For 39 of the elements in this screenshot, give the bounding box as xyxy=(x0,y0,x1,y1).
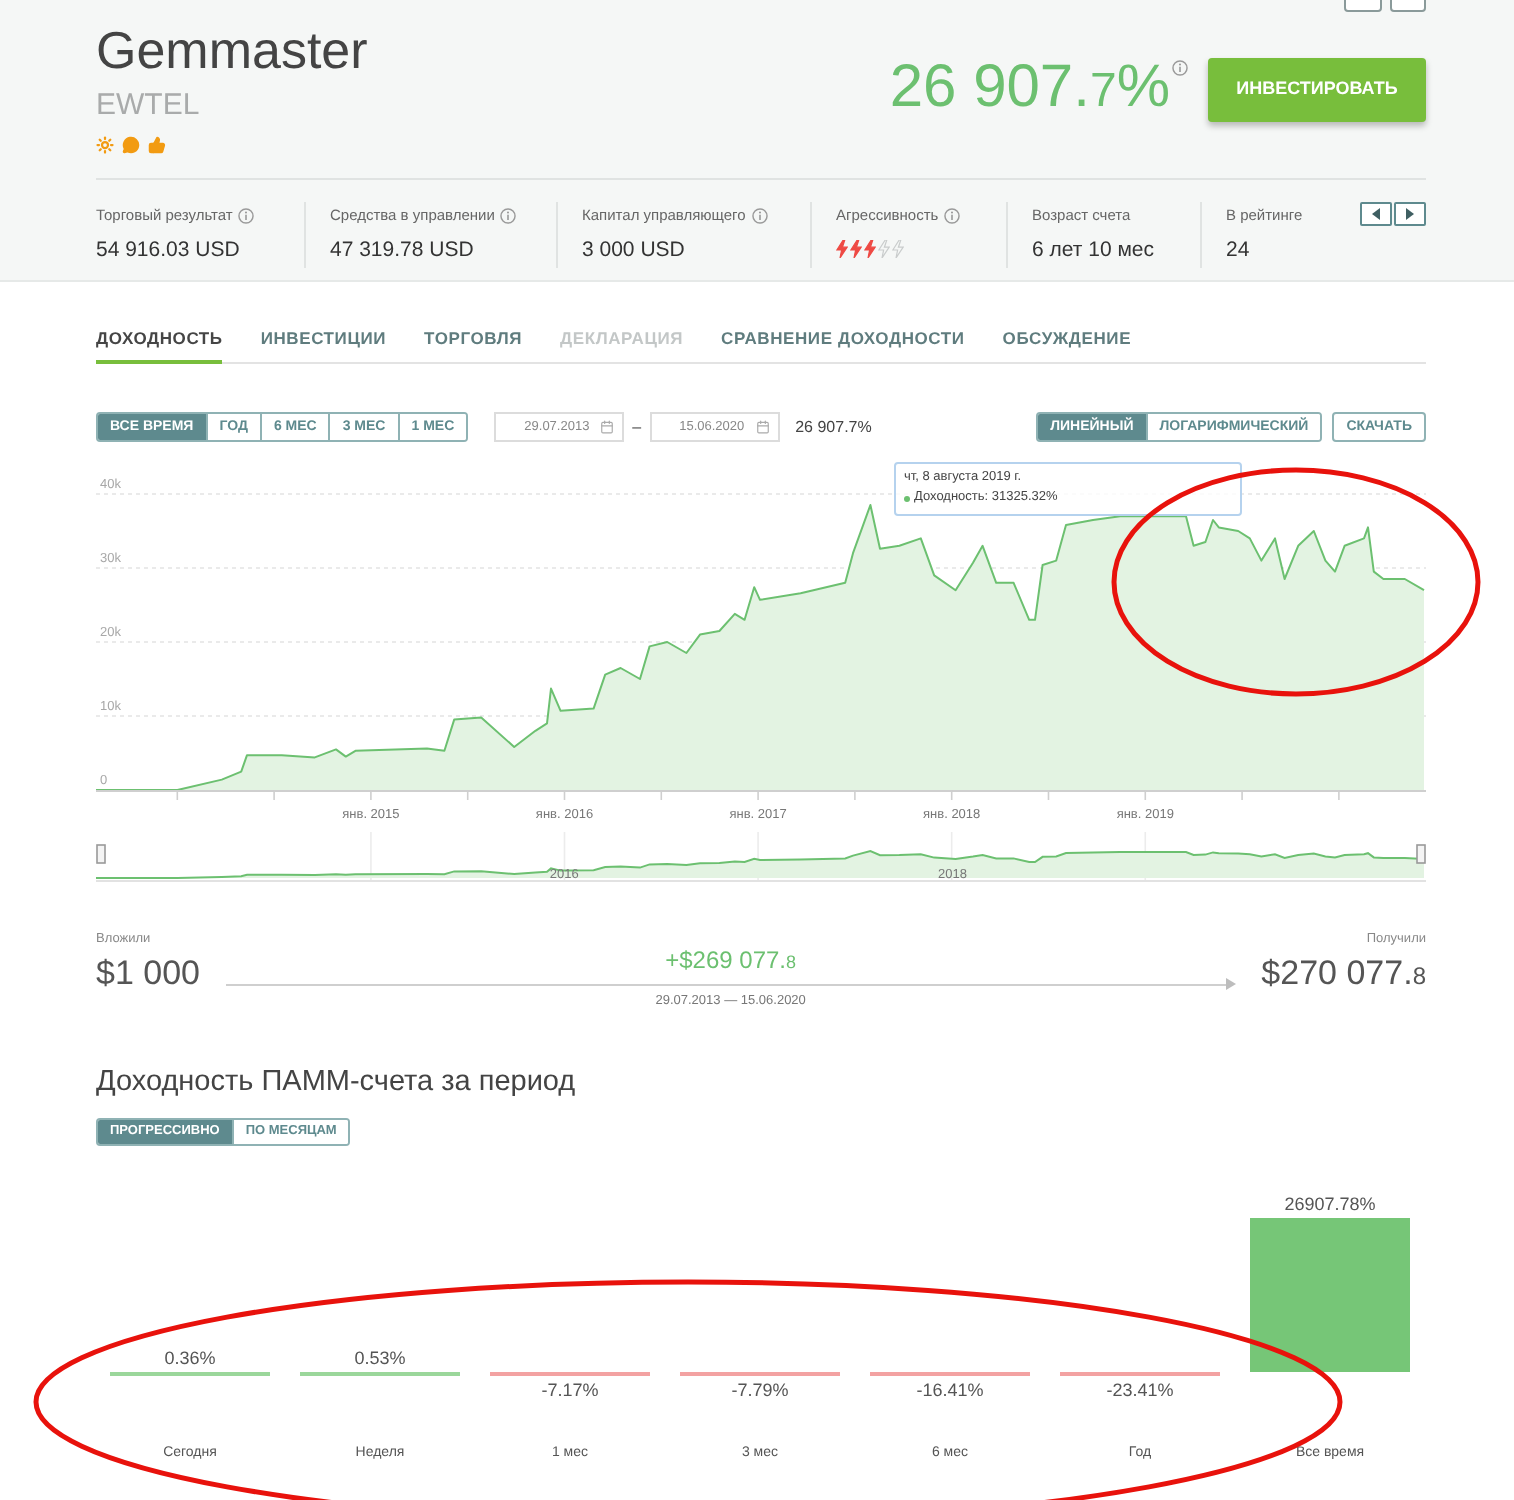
series-dot-icon xyxy=(904,495,910,501)
section-title: Доходность ПАММ-счета за период xyxy=(96,1064,578,1100)
calendar-icon xyxy=(755,420,770,434)
caret-left-icon xyxy=(1372,208,1380,220)
invest-button[interactable]: ИНВЕСТИРОВАТЬ xyxy=(1208,58,1426,122)
thumbs-up-icon xyxy=(148,136,166,154)
stat-value: 24 xyxy=(1226,236,1252,264)
profit-amount: +$269 077.8 xyxy=(665,946,797,976)
tab[interactable]: СРАВНЕНИЕ ДОХОДНОСТИ xyxy=(721,328,965,364)
bar-value-label: -23.41% xyxy=(1106,1380,1174,1400)
trader-name: Gemmaster xyxy=(96,20,368,80)
bar-value-label: -7.17% xyxy=(541,1380,599,1400)
next-button[interactable] xyxy=(1394,202,1426,226)
chat-bubble-icon xyxy=(122,136,140,154)
previous-button[interactable] xyxy=(1360,202,1392,226)
total-return: 26 907.7% xyxy=(889,54,1170,124)
invested-amount: $1 000 xyxy=(96,954,200,994)
bar-value-label: 0.36% xyxy=(164,1348,216,1368)
date-separator: – xyxy=(632,415,642,439)
bar-value-label: -7.79% xyxy=(731,1380,789,1400)
stat-value: 54 916.03 USD xyxy=(96,236,242,264)
range-handle[interactable] xyxy=(96,844,106,864)
calendar-icon xyxy=(600,420,615,434)
bar-value-label: 0.53% xyxy=(354,1348,406,1368)
caret-right-icon xyxy=(1406,208,1414,220)
received-amount: $270 077.8 xyxy=(1261,954,1426,996)
account-name: EWTEL xyxy=(96,88,200,124)
bar-value-label: -16.41% xyxy=(916,1380,984,1400)
stat-value: 47 319.78 USD xyxy=(330,236,476,264)
tab[interactable]: ТОРГОВЛЯ xyxy=(424,328,523,364)
tab[interactable]: ОБСУЖДЕНИЕ xyxy=(1002,328,1132,364)
tab[interactable]: ДОХОДНОСТЬ xyxy=(96,328,223,364)
range-handle[interactable] xyxy=(1416,844,1426,864)
sun-icon xyxy=(96,136,114,154)
stat-value: 6 лет 10 мес xyxy=(1032,236,1157,264)
bar-value-label: 26907.78% xyxy=(1284,1194,1376,1214)
tab[interactable]: ИНВЕСТИЦИИ xyxy=(260,328,387,364)
range-return: 26 907.7% xyxy=(795,415,872,439)
stat-value: 3 000 USD xyxy=(582,236,687,264)
